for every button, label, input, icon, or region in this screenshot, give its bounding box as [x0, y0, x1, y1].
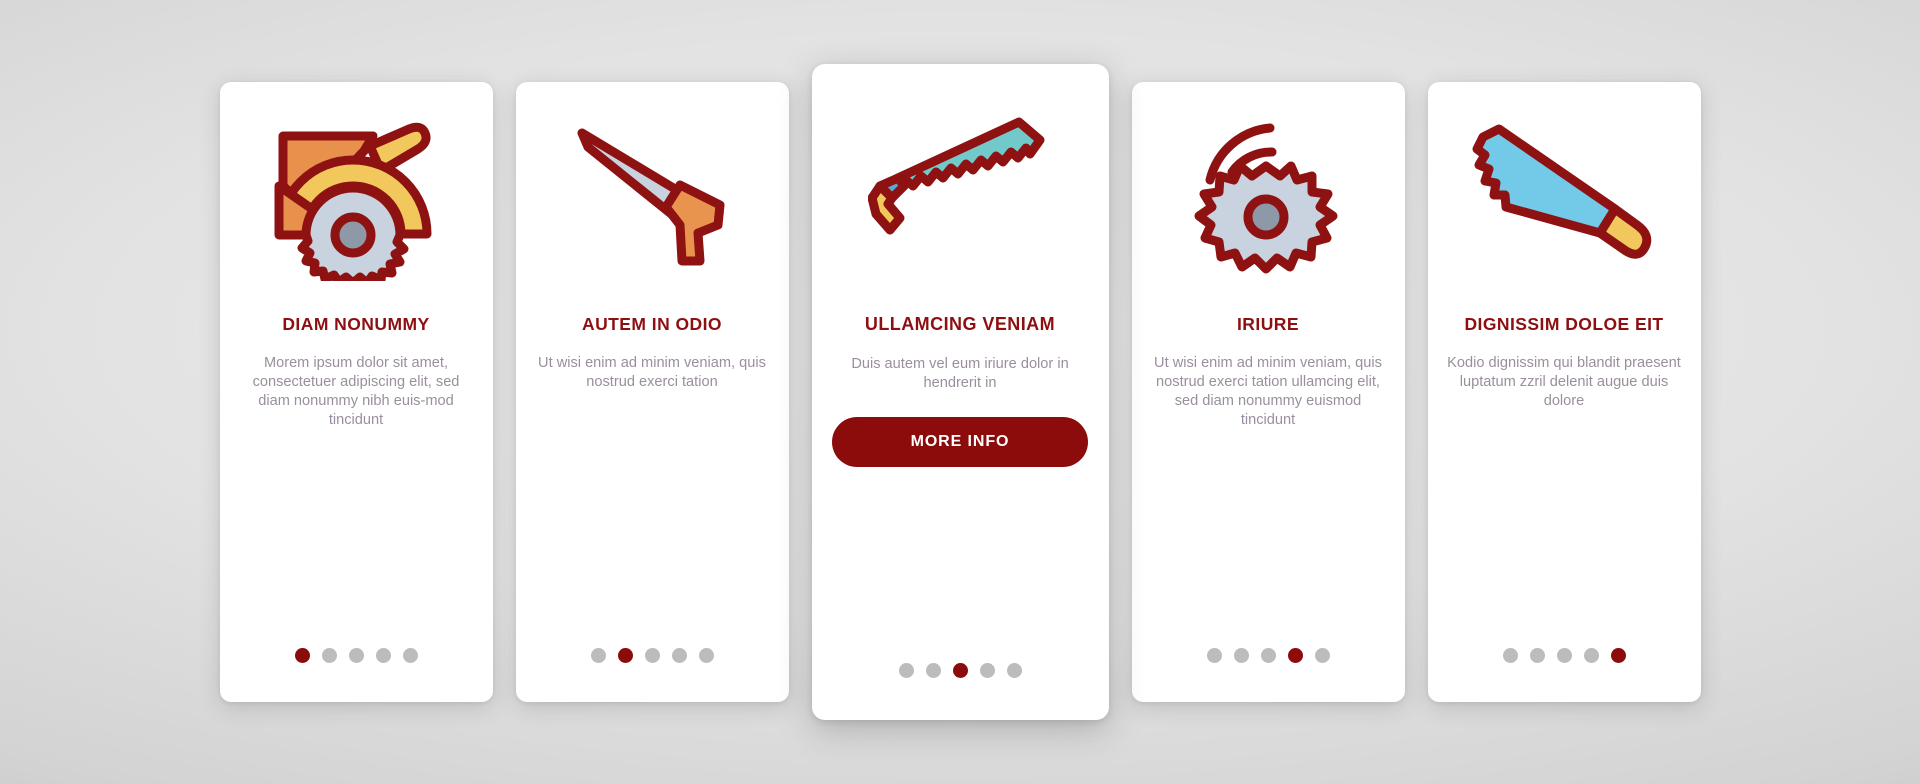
dot-5[interactable] — [1314, 648, 1330, 663]
card-body: Ut wisi enim ad minim veniam, quis nostr… — [1154, 355, 1382, 428]
dot-4[interactable] — [979, 663, 995, 678]
card-body: Ut wisi enim ad minim veniam, quis nostr… — [538, 355, 766, 390]
more-info-button[interactable]: MORE INFO — [832, 416, 1088, 467]
dot-4[interactable] — [375, 648, 391, 663]
dot-3[interactable] — [644, 648, 660, 663]
onboarding-card-5[interactable]: DIGNISSIM DOLOE EIT Kodio dignissim qui … — [1427, 82, 1701, 702]
onboarding-card-row: DIAM NONUMMY Morem ipsum dolor sit amet,… — [0, 0, 1920, 784]
dot-5[interactable] — [698, 648, 714, 663]
dot-1[interactable] — [294, 648, 310, 663]
hand-saw-icon — [534, 82, 771, 314]
dot-2[interactable] — [617, 648, 633, 663]
onboarding-card-3[interactable]: ULLAMCING VENIAM Duis autem vel eum iriu… — [811, 64, 1109, 720]
dot-3[interactable] — [952, 663, 968, 678]
card-title: ULLAMCING VENIAM — [864, 314, 1056, 334]
pagination-dots[interactable] — [220, 648, 493, 663]
pagination-dots[interactable] — [1428, 648, 1701, 663]
dot-4[interactable] — [671, 648, 687, 663]
dot-1[interactable] — [1206, 648, 1222, 663]
onboarding-card-2[interactable]: AUTEM IN ODIO Ut wisi enim ad minim veni… — [515, 82, 789, 702]
pagination-dots[interactable] — [516, 648, 789, 663]
card-title: AUTEM IN ODIO — [581, 314, 722, 334]
dot-2[interactable] — [321, 648, 337, 663]
dot-1[interactable] — [898, 663, 914, 678]
dot-4[interactable] — [1583, 648, 1599, 663]
dot-2[interactable] — [925, 663, 941, 678]
card-title: IRIURE — [1236, 314, 1299, 334]
dot-2[interactable] — [1233, 648, 1249, 663]
dot-3[interactable] — [1260, 648, 1276, 663]
dot-1[interactable] — [1502, 648, 1518, 663]
pull-saw-icon — [830, 64, 1091, 314]
onboarding-card-4[interactable]: IRIURE Ut wisi enim ad minim veniam, qui… — [1131, 82, 1405, 702]
card-title: DIGNISSIM DOLOE EIT — [1464, 314, 1664, 334]
onboarding-card-1[interactable]: DIAM NONUMMY Morem ipsum dolor sit amet,… — [219, 82, 493, 702]
blue-handsaw-icon — [1446, 82, 1683, 314]
card-body: Morem ipsum dolor sit amet, consectetuer… — [252, 355, 460, 428]
pagination-dots[interactable] — [1132, 648, 1405, 663]
card-body: Duis autem vel eum iriure dolor in hendr… — [851, 355, 1069, 391]
dot-5[interactable] — [1610, 648, 1626, 663]
dot-4[interactable] — [1287, 648, 1303, 663]
dot-3[interactable] — [1556, 648, 1572, 663]
dot-5[interactable] — [1006, 663, 1022, 678]
dot-2[interactable] — [1529, 648, 1545, 663]
circular-saw-icon — [238, 82, 475, 314]
dot-1[interactable] — [590, 648, 606, 663]
dot-5[interactable] — [402, 648, 418, 663]
card-title: DIAM NONUMMY — [282, 314, 430, 334]
dot-3[interactable] — [348, 648, 364, 663]
card-body: Kodio dignissim qui blandit praesent lup… — [1447, 355, 1681, 409]
pagination-dots[interactable] — [812, 663, 1109, 678]
saw-blade-icon — [1150, 82, 1387, 314]
